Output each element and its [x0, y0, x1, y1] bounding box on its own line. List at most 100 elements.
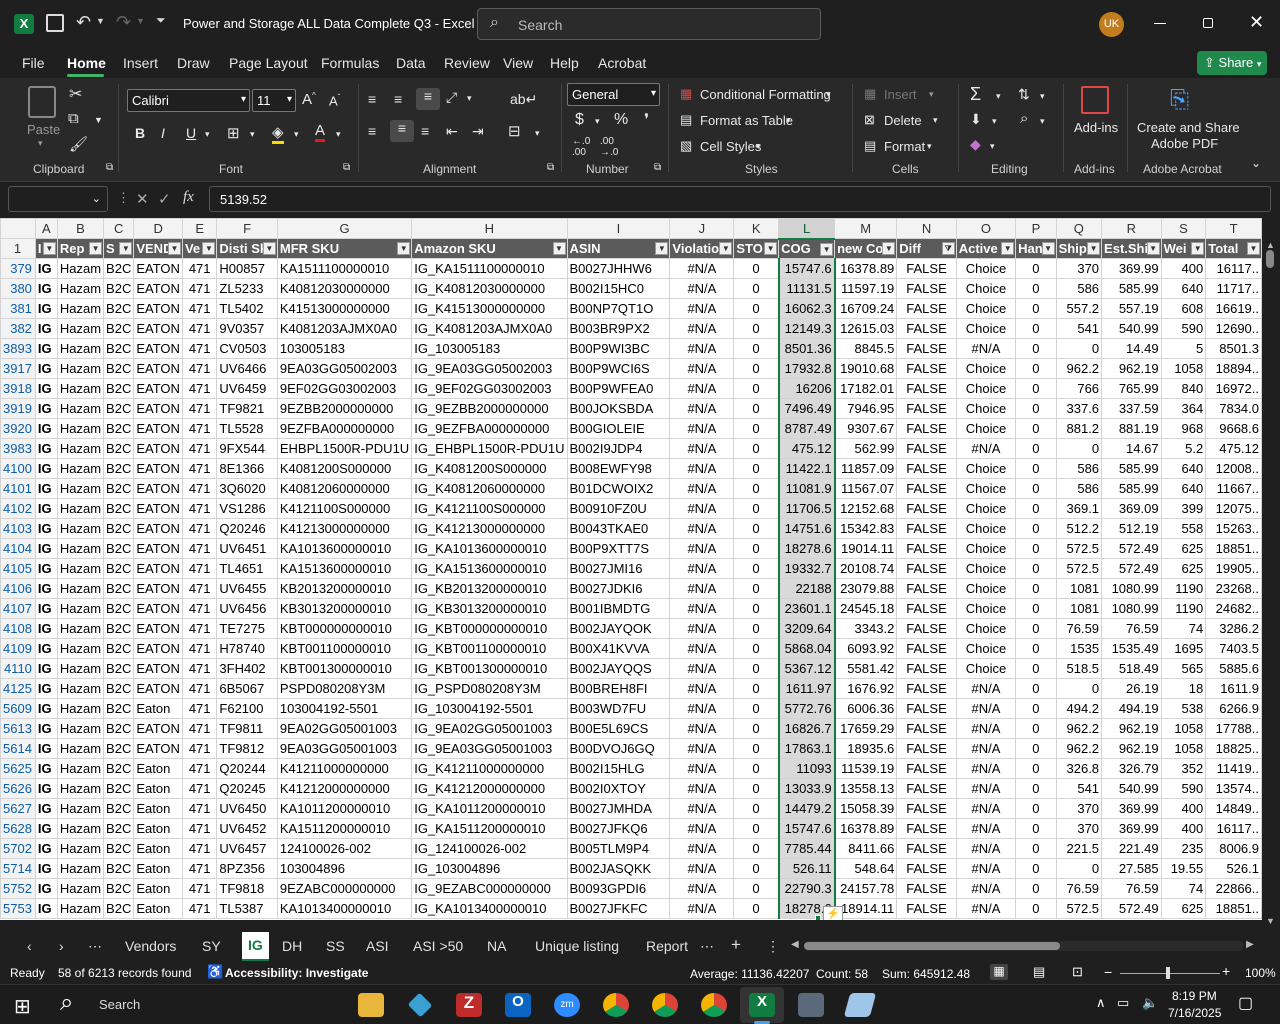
- cell[interactable]: Hazam: [56, 538, 105, 559]
- cell[interactable]: EATON: [133, 518, 183, 539]
- cell[interactable]: 0: [1015, 518, 1057, 539]
- cell[interactable]: UV6457: [216, 838, 278, 859]
- cell[interactable]: 9FX544: [216, 438, 278, 459]
- header-cell[interactable]: Violatio ▼: [669, 238, 735, 259]
- cell[interactable]: 5885.6: [1205, 658, 1262, 679]
- format-cells-icon[interactable]: ▤: [864, 138, 876, 154]
- cell[interactable]: FALSE: [896, 678, 957, 699]
- cell[interactable]: 9668.6: [1205, 418, 1262, 439]
- cell[interactable]: EATON: [133, 598, 183, 619]
- create-share-pdf-line2[interactable]: Adobe PDF: [1151, 136, 1218, 151]
- app-icon[interactable]: [843, 993, 877, 1017]
- cell[interactable]: IG: [34, 678, 58, 699]
- cell[interactable]: FALSE: [896, 378, 957, 399]
- cell[interactable]: B00JOKSBDA: [566, 398, 671, 419]
- row-number[interactable]: 5613: [0, 718, 36, 739]
- row-number[interactable]: 4110: [0, 658, 36, 679]
- cell[interactable]: VS1286: [216, 498, 278, 519]
- merge-center-icon[interactable]: ⊟: [508, 122, 521, 140]
- cell[interactable]: 0: [1015, 478, 1057, 499]
- cell[interactable]: Q20244: [216, 758, 278, 779]
- cell[interactable]: 15747.6: [777, 818, 836, 839]
- tray-chevron-icon[interactable]: ∧: [1096, 995, 1106, 1011]
- cell[interactable]: IG: [34, 438, 58, 459]
- cell[interactable]: 840: [1160, 378, 1207, 399]
- cell[interactable]: 7496.49: [777, 398, 836, 419]
- cell[interactable]: 1081: [1055, 578, 1103, 599]
- cell[interactable]: B003WD7FU: [566, 698, 671, 719]
- align-middle-icon[interactable]: ≡: [394, 91, 402, 107]
- cell[interactable]: #N/A: [955, 438, 1017, 459]
- cell[interactable]: K41513000000000: [276, 298, 413, 319]
- overflow-sheets-icon[interactable]: ⋯: [700, 938, 714, 955]
- cell[interactable]: B2C: [103, 458, 135, 479]
- cell[interactable]: 0: [733, 438, 780, 459]
- header-cell[interactable]: COG ▼: [778, 238, 836, 259]
- cell[interactable]: FALSE: [896, 638, 957, 659]
- cell[interactable]: 471: [181, 638, 218, 659]
- cell[interactable]: B002JASQKK: [566, 858, 671, 879]
- row-number[interactable]: 5628: [0, 818, 36, 839]
- cell[interactable]: IG: [34, 778, 58, 799]
- cell[interactable]: B2C: [103, 758, 135, 779]
- decrease-indent-icon[interactable]: ⇤: [446, 123, 458, 140]
- cell[interactable]: KB2013200000010: [276, 578, 413, 599]
- cell[interactable]: 221.5: [1055, 838, 1103, 859]
- cell[interactable]: 13574..: [1205, 778, 1262, 799]
- cell[interactable]: EATON: [133, 258, 183, 279]
- cell[interactable]: B002I15HLG: [566, 758, 671, 779]
- cell[interactable]: IG_9EZBB2000000000: [411, 398, 568, 419]
- undo-dropdown-icon[interactable]: ▼: [96, 16, 105, 26]
- cell[interactable]: Hazam: [56, 638, 105, 659]
- cell[interactable]: 0: [1015, 538, 1057, 559]
- cell[interactable]: 471: [181, 898, 218, 919]
- cell[interactable]: K40812060000000: [276, 478, 413, 499]
- cell[interactable]: EATON: [133, 438, 183, 459]
- align-right-icon[interactable]: ≡: [421, 123, 429, 139]
- row-number[interactable]: 5627: [0, 798, 36, 819]
- filter-dropdown-icon[interactable]: ▼: [119, 242, 133, 255]
- cell[interactable]: 0: [1015, 618, 1057, 639]
- cell[interactable]: IG: [34, 598, 58, 619]
- cell[interactable]: 962.2: [1055, 718, 1103, 739]
- cell[interactable]: 572.49: [1101, 538, 1162, 559]
- customize-toolbar-icon[interactable]: ⏷: [156, 13, 166, 28]
- font-launcher-icon[interactable]: ⧉: [343, 162, 350, 173]
- cell[interactable]: 0: [1015, 738, 1057, 759]
- cell[interactable]: B0027JFKFC: [566, 898, 671, 919]
- header-cell[interactable]: I ▼: [34, 238, 58, 259]
- cell[interactable]: 17659.29: [834, 718, 898, 739]
- cell[interactable]: 3343.2: [834, 618, 898, 639]
- cell[interactable]: 18894..: [1205, 358, 1262, 379]
- cell[interactable]: 7403.5: [1205, 638, 1262, 659]
- cell[interactable]: B002JAYQOK: [566, 618, 671, 639]
- insert-function-icon[interactable]: fx: [183, 189, 194, 206]
- cell[interactable]: 881.2: [1055, 418, 1103, 439]
- cell[interactable]: TL5387: [216, 898, 278, 919]
- cell[interactable]: 586: [1055, 458, 1103, 479]
- cell[interactable]: 11422.1: [777, 458, 836, 479]
- cell[interactable]: 1676.92: [834, 678, 898, 699]
- cell[interactable]: 0: [1015, 878, 1057, 899]
- cell[interactable]: Hazam: [56, 898, 105, 919]
- taskbar-search-label[interactable]: Search: [99, 997, 140, 1012]
- header-cell[interactable]: ASIN ▼: [566, 238, 671, 259]
- close-icon[interactable]: ✕: [1249, 12, 1264, 33]
- cell[interactable]: 22790.3: [777, 878, 836, 899]
- cell[interactable]: FALSE: [896, 758, 957, 779]
- cell[interactable]: 0: [1015, 658, 1057, 679]
- cell[interactable]: Hazam: [56, 758, 105, 779]
- cell[interactable]: IG: [34, 618, 58, 639]
- cell[interactable]: Eaton: [133, 838, 183, 859]
- cell[interactable]: 640: [1160, 478, 1207, 499]
- cell[interactable]: Hazam: [56, 618, 105, 639]
- cell[interactable]: 9EA03GG05001003: [276, 738, 413, 759]
- cell[interactable]: B2C: [103, 278, 135, 299]
- cell[interactable]: 0: [1015, 698, 1057, 719]
- cell[interactable]: FALSE: [896, 398, 957, 419]
- cell[interactable]: 5581.42: [834, 658, 898, 679]
- borders-icon[interactable]: ⊞: [227, 124, 240, 142]
- cell[interactable]: FALSE: [896, 498, 957, 519]
- cell[interactable]: 124100026-002: [276, 838, 413, 859]
- column-header[interactable]: K: [733, 218, 780, 239]
